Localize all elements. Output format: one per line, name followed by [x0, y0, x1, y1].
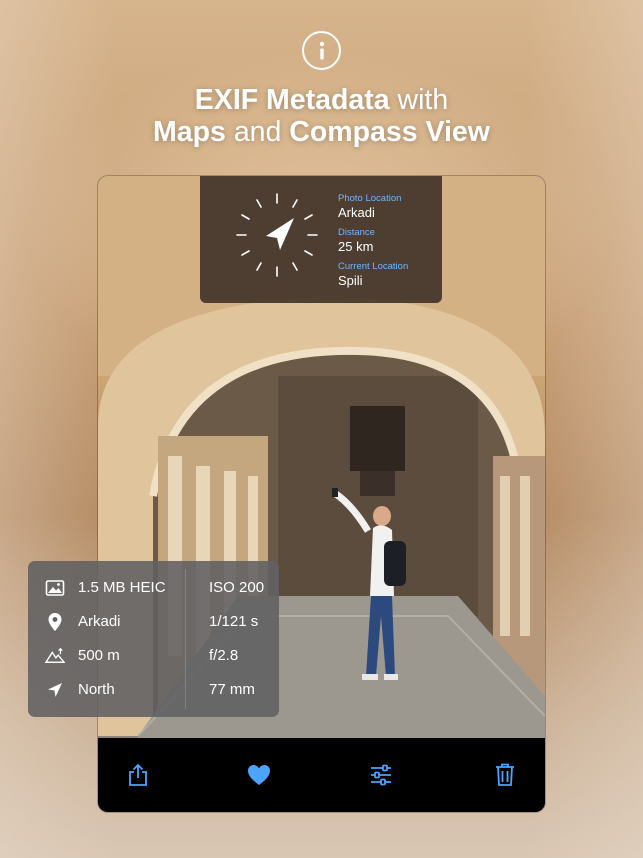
exif-row-altitude: 500 m f/2.8	[28, 639, 279, 673]
exif-row-file: 1.5 MB HEIC ISO 200	[28, 571, 279, 605]
photo-location-value: Arkadi	[338, 205, 375, 220]
location-pin-icon	[48, 613, 62, 631]
photo-location: Photo Location Arkadi	[338, 193, 401, 221]
focal-length: 77 mm	[209, 681, 255, 698]
altitude-value: 500 m	[78, 647, 120, 664]
file-size-type: 1.5 MB HEIC	[78, 579, 166, 596]
heading-arrow-icon	[48, 683, 62, 697]
share-icon	[129, 763, 147, 786]
share-button[interactable]	[125, 762, 151, 788]
favorite-button[interactable]	[246, 762, 272, 788]
exif-row-heading: North 77 mm	[28, 673, 279, 707]
altitude-icon	[45, 647, 65, 664]
distance-value: 25 km	[338, 239, 374, 254]
heart-icon	[248, 765, 270, 785]
bottom-toolbar	[98, 738, 545, 812]
photo-icon	[45, 580, 65, 596]
current-location-label: Current Location	[338, 261, 409, 272]
heading-direction: North	[78, 681, 115, 698]
distance: Distance 25 km	[338, 227, 375, 255]
delete-button[interactable]	[492, 762, 518, 788]
trash-icon	[496, 763, 514, 786]
exif-card[interactable]: 1.5 MB HEIC ISO 200 Arkadi 1/121 s 500 m…	[28, 561, 279, 717]
adjust-icon	[371, 764, 391, 786]
iso-value: ISO 200	[209, 579, 265, 596]
info-icon	[302, 31, 341, 70]
compass-card[interactable]: Photo Location Arkadi Distance 25 km Cur…	[200, 176, 442, 303]
distance-label: Distance	[338, 227, 375, 238]
current-location: Current Location Spili	[338, 261, 408, 289]
location-name: Arkadi	[78, 613, 121, 630]
compass-icon	[236, 193, 318, 277]
adjust-button[interactable]	[368, 762, 394, 788]
current-location-value: Spili	[338, 273, 363, 288]
photo-location-label: Photo Location	[338, 193, 402, 204]
headline-line-2: Maps and Compass View	[153, 116, 490, 148]
shutter-speed: 1/121 s	[209, 613, 259, 630]
headline: EXIF Metadata with Maps and Compass View	[0, 84, 643, 148]
aperture-value: f/2.8	[209, 647, 239, 664]
headline-line-1: EXIF Metadata with	[194, 84, 449, 116]
exif-row-location: Arkadi 1/121 s	[28, 605, 279, 639]
